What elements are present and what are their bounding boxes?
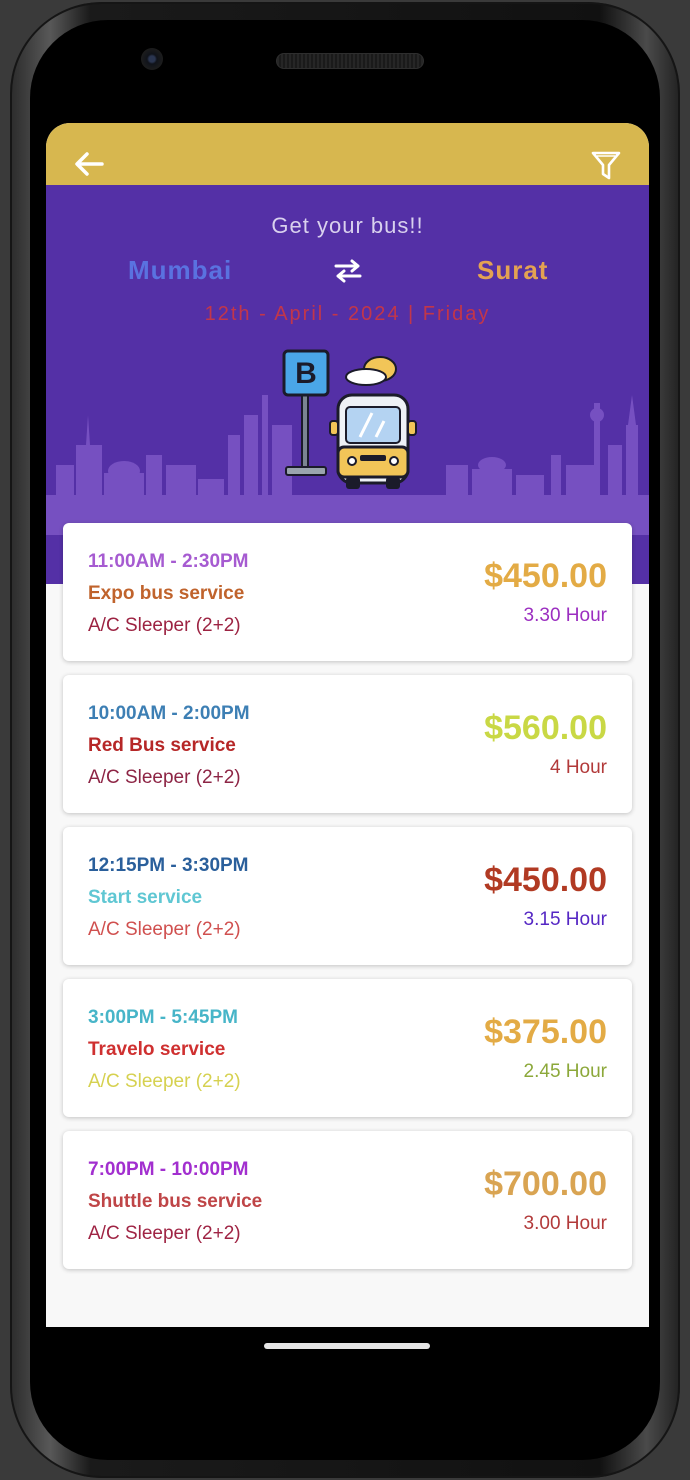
top-app-bar xyxy=(46,123,649,185)
bus-card[interactable]: 11:00AM - 2:30PM Expo bus service A/C Sl… xyxy=(63,523,632,661)
bus-time: 3:00PM - 5:45PM xyxy=(88,1007,238,1028)
filter-icon xyxy=(591,151,621,180)
swap-cities-button[interactable] xyxy=(332,258,364,284)
bus-stop-illustration: B xyxy=(282,349,417,489)
bus-card[interactable]: 3:00PM - 5:45PM Travelo service A/C Slee… xyxy=(63,979,632,1117)
bus-card[interactable]: 12:15PM - 3:30PM Start service A/C Sleep… xyxy=(63,827,632,965)
bus-card[interactable]: 7:00PM - 10:00PM Shuttle bus service A/C… xyxy=(63,1131,632,1269)
bus-time: 11:00AM - 2:30PM xyxy=(88,551,249,572)
bus-price: $450.00 xyxy=(484,861,607,899)
bus-operator: Shuttle bus service xyxy=(88,1191,263,1212)
bus-type: A/C Sleeper (2+2) xyxy=(88,919,241,940)
bus-time: 10:00AM - 2:00PM xyxy=(88,703,250,724)
back-button[interactable] xyxy=(72,149,106,179)
arrow-left-icon xyxy=(75,152,104,176)
filter-button[interactable] xyxy=(590,149,622,181)
swap-arrows-icon xyxy=(334,259,362,283)
tagline: Get your bus!! xyxy=(271,213,424,238)
earpiece-speaker xyxy=(276,53,424,69)
bus-type: A/C Sleeper (2+2) xyxy=(88,615,241,636)
bus-results-list: 11:00AM - 2:30PM Expo bus service A/C Sl… xyxy=(63,523,632,1283)
bus-duration: 2.45 Hour xyxy=(523,1061,607,1082)
bus-duration: 3.15 Hour xyxy=(523,909,607,930)
bus-price: $700.00 xyxy=(484,1165,607,1203)
bus-card[interactable]: 10:00AM - 2:00PM Red Bus service A/C Sle… xyxy=(63,675,632,813)
bus-price: $560.00 xyxy=(484,709,607,747)
bus-operator: Start service xyxy=(88,887,203,908)
app-screen: Get your bus!! Mumbai Surat 12th - April… xyxy=(46,123,649,1327)
bus-time: 12:15PM - 3:30PM xyxy=(88,855,249,876)
travel-date: 12th - April - 2024 | Friday xyxy=(204,303,491,325)
bus-type: A/C Sleeper (2+2) xyxy=(88,767,241,788)
destination-city[interactable]: Surat xyxy=(477,255,548,286)
home-indicator[interactable] xyxy=(264,1343,430,1349)
bus-type: A/C Sleeper (2+2) xyxy=(88,1223,241,1244)
bus-operator: Expo bus service xyxy=(88,583,245,604)
bus-type: A/C Sleeper (2+2) xyxy=(88,1071,241,1092)
bus-duration: 4 Hour xyxy=(549,757,607,778)
bus-stop-sign-letter: B xyxy=(295,357,317,390)
front-camera xyxy=(141,48,163,70)
bus-price: $375.00 xyxy=(484,1013,607,1051)
bus-price: $450.00 xyxy=(484,557,607,595)
bus-operator: Red Bus service xyxy=(88,735,236,756)
bus-duration: 3.30 Hour xyxy=(523,605,607,626)
bus-duration: 3.00 Hour xyxy=(523,1213,607,1234)
bus-time: 7:00PM - 10:00PM xyxy=(88,1159,249,1180)
bus-operator: Travelo service xyxy=(88,1039,226,1060)
origin-city[interactable]: Mumbai xyxy=(128,255,232,286)
